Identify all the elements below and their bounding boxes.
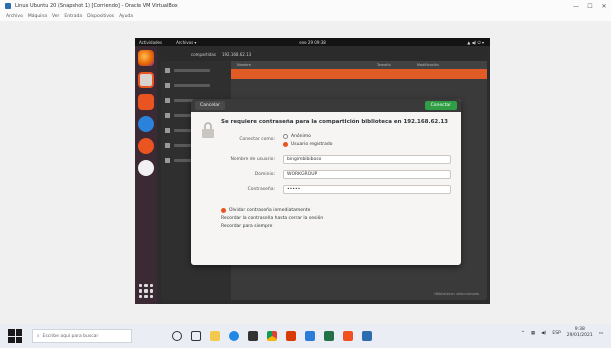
search-placeholder: Escribe aquí para buscar — [42, 333, 99, 339]
host-menu-bar: Archivo Máquina Ver Entrada Dispositivos… — [0, 12, 611, 21]
store-icon[interactable] — [248, 331, 258, 341]
menu-entrada[interactable]: Entrada — [64, 14, 82, 19]
remember-forever-radio[interactable]: Recordar para siempre — [221, 224, 272, 229]
connect-as-label: Conectar como: — [239, 137, 275, 142]
forget-label: Olvidar contraseña inmediatamente — [229, 208, 311, 213]
forget-password-radio[interactable]: Olvidar contraseña inmediatamente — [221, 208, 310, 213]
path-segment[interactable]: 192.168.62.13 — [222, 52, 251, 57]
system-tray-windows: ^ ▦ ◀) ESP 9:38 29/01/2021 ▭ — [521, 327, 603, 339]
taskbar-search-input[interactable]: ⌕ Escribe aquí para buscar — [32, 329, 132, 343]
gnome-clock[interactable]: ene 29 09:38 — [299, 40, 326, 45]
firefox-icon[interactable] — [138, 50, 154, 66]
excel-icon[interactable] — [324, 331, 334, 341]
files-status: «Biblioteca» seleccionado — [433, 292, 479, 296]
clock[interactable]: 9:38 29/01/2021 — [567, 327, 593, 339]
sidebar-item[interactable] — [165, 64, 227, 76]
ubuntu-dock — [135, 46, 157, 304]
menu-ayuda[interactable]: Ayuda — [119, 14, 133, 19]
password-dialog: Cancelar Conectar Se requiere contraseña… — [191, 99, 461, 265]
dialog-header: Cancelar Conectar — [191, 99, 461, 112]
minimize-button[interactable]: — — [569, 3, 583, 10]
column-header[interactable]: Tamaño — [377, 63, 417, 67]
notifications-icon[interactable]: ▭ — [599, 331, 603, 336]
radio-icon — [283, 134, 288, 139]
ubuntu-icon[interactable] — [138, 138, 154, 154]
host-window-title: Linux Ubuntu 20 (Snapshot 1) [Corriendo]… — [15, 3, 178, 9]
search-icon: ⌕ — [37, 334, 40, 339]
language-indicator[interactable]: ESP — [552, 331, 560, 336]
column-headers: Nombre Tamaño Modificación — [231, 61, 487, 69]
path-segment[interactable]: compartidas — [191, 52, 216, 57]
domain-field[interactable]: WORKGROUP — [283, 170, 451, 179]
software-icon[interactable] — [138, 94, 154, 110]
registered-label: Usuario registrado — [291, 142, 333, 147]
selected-row[interactable] — [231, 69, 487, 79]
username-field[interactable]: bingimbibiboso — [283, 155, 451, 164]
radio-icon — [283, 142, 288, 147]
gnome-top-bar: Actividades Archivos ▾ ene 29 09:38 ▲ ◀)… — [135, 38, 490, 46]
windows-taskbar: ⌕ Escribe aquí para buscar ^ ▦ ◀) ESP 9:… — [0, 324, 611, 348]
vs-code-icon[interactable] — [305, 331, 315, 341]
remember-session-radio[interactable]: Recordar la contraseña hasta cerrar la s… — [221, 216, 323, 221]
domain-label: Dominio: — [254, 172, 275, 177]
task-view-icon[interactable] — [191, 331, 201, 341]
show-apps-icon[interactable] — [139, 284, 153, 298]
menu-maquina[interactable]: Máquina — [28, 14, 47, 19]
vm-screen[interactable]: Actividades Archivos ▾ ene 29 09:38 ▲ ◀)… — [135, 38, 490, 304]
anonymous-radio[interactable]: Anónimo — [283, 134, 311, 139]
cortana-icon[interactable] — [172, 331, 182, 341]
password-label: Contraseña: — [247, 187, 275, 192]
close-button[interactable]: ✕ — [597, 3, 611, 10]
cancel-button[interactable]: Cancelar — [195, 101, 225, 110]
registered-radio[interactable]: Usuario registrado — [283, 142, 332, 147]
maximize-button[interactable]: ☐ — [583, 3, 597, 10]
windows-start-icon[interactable] — [8, 329, 22, 343]
edge-icon[interactable] — [229, 331, 239, 341]
tray-arrow-icon[interactable]: ^ — [521, 331, 525, 336]
app-menu[interactable]: Archivos ▾ — [176, 40, 196, 45]
sidebar-item[interactable] — [165, 79, 227, 91]
menu-archivo[interactable]: Archivo — [6, 14, 23, 19]
column-header[interactable]: Modificación — [417, 63, 439, 67]
office-icon[interactable] — [286, 331, 296, 341]
help-icon[interactable] — [138, 116, 154, 132]
menu-ver[interactable]: Ver — [52, 14, 59, 19]
column-header[interactable]: Nombre — [237, 63, 377, 67]
virtualbox-taskbar-icon[interactable] — [362, 331, 372, 341]
network-icon[interactable]: ▦ — [531, 331, 535, 336]
files-icon[interactable] — [138, 72, 154, 88]
username-label: Nombre de usuario: — [230, 157, 275, 162]
clock-date: 29/01/2021 — [566, 333, 593, 338]
activities-button[interactable]: Actividades — [139, 40, 162, 45]
connect-button[interactable]: Conectar — [424, 101, 457, 110]
taskbar-icons — [172, 331, 372, 341]
photos-icon[interactable] — [343, 331, 353, 341]
remember-session-label: Recordar la contraseña hasta cerrar la s… — [221, 216, 324, 221]
menu-dispositivos[interactable]: Dispositivos — [87, 14, 114, 19]
settings-icon[interactable] — [138, 160, 154, 176]
files-header: compartidas 192.168.62.13 — [161, 48, 487, 61]
file-explorer-icon[interactable] — [210, 331, 220, 341]
virtualbox-icon — [5, 3, 11, 9]
volume-icon[interactable]: ◀) — [541, 331, 546, 336]
anonymous-label: Anónimo — [291, 134, 311, 139]
radio-icon — [221, 208, 226, 213]
system-tray[interactable]: ▲ ◀) ⏻ ▾ — [467, 38, 484, 46]
chrome-icon[interactable] — [267, 331, 277, 341]
dialog-heading: Se requiere contraseña para la compartic… — [221, 119, 448, 125]
host-title-bar: Linux Ubuntu 20 (Snapshot 1) [Corriendo]… — [0, 0, 611, 12]
password-field[interactable]: ••••• — [283, 185, 451, 194]
remember-forever-label: Recordar para siempre — [221, 224, 273, 229]
